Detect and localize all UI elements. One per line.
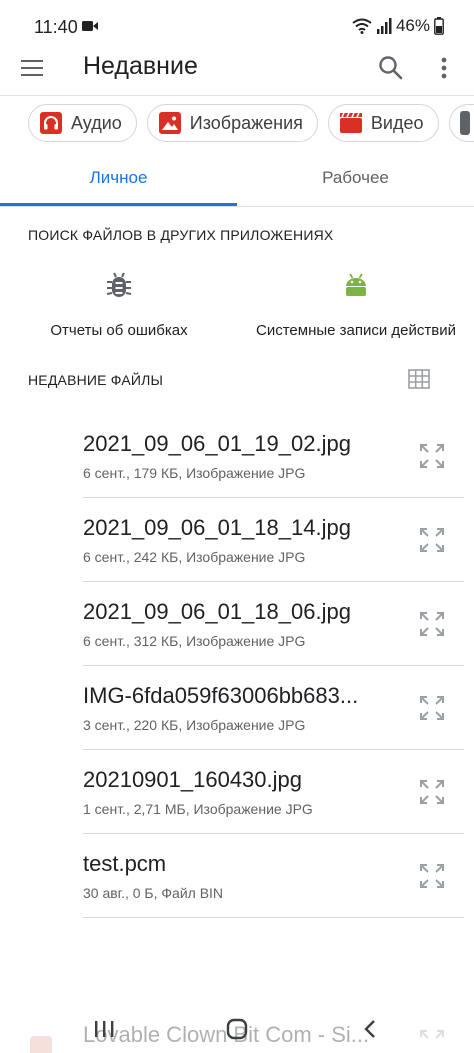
recent-files-title: НЕДАВНИЕ ФАЙЛЫ (28, 372, 164, 388)
file-name: 2021_09_06_01_18_14.jpg (83, 515, 351, 540)
file-name: 20210901_160430.jpg (83, 767, 303, 792)
file-row[interactable]: 2021_09_06_01_18_14.jpg 6 сент., 242 КБ,… (0, 498, 474, 582)
file-row[interactable]: 20210901_160430.jpg 1 сент., 2,71 МБ, Из… (0, 750, 474, 834)
bug-icon (106, 272, 132, 297)
file-row[interactable]: 2021_09_06_01_18_06.jpg 6 сент., 312 КБ,… (0, 582, 474, 666)
image-icon (158, 112, 181, 134)
file-meta: 6 сент., 179 КБ, Изображение JPG (83, 465, 306, 481)
expand-icon[interactable] (418, 526, 446, 554)
chip-video-label: Видео (370, 112, 424, 133)
file-row[interactable]: IMG-6fda059f63006bb683... 3 сент., 220 К… (0, 666, 474, 750)
file-meta: 30 авг., 0 Б, Файл BIN (83, 885, 224, 901)
app-bar-divider (0, 95, 474, 96)
document-icon (459, 111, 470, 135)
file-name: test.pcm (83, 851, 167, 876)
app-bar: Недавние (0, 40, 474, 96)
file-row[interactable]: 2021_09_06_01_19_02.jpg 6 сент., 179 КБ,… (0, 414, 474, 498)
category-chips: Аудио Изображения Видео (28, 104, 474, 142)
tabs: Личное Рабочее (0, 150, 474, 206)
status-time: 11:40 (34, 17, 78, 37)
expand-icon[interactable] (418, 442, 446, 470)
chip-images-label: Изображения (189, 112, 303, 133)
battery-percent: 46% (395, 16, 430, 35)
file-meta: 1 сент., 2,71 МБ, Изображение JPG (83, 801, 313, 817)
system-nav-bar (0, 1010, 474, 1053)
file-meta: 6 сент., 312 КБ, Изображение JPG (83, 633, 306, 649)
tab-personal[interactable]: Личное (0, 150, 237, 206)
file-name: 2021_09_06_01_18_06.jpg (83, 599, 351, 624)
expand-icon[interactable] (418, 694, 446, 722)
chip-audio-label: Аудио (71, 112, 122, 133)
chip-audio[interactable]: Аудио (28, 104, 137, 142)
file-name: 2021_09_06_01_19_02.jpg (83, 431, 351, 456)
apps-section-title: ПОИСК ФАЙЛОВ В ДРУГИХ ПРИЛОЖЕНИЯХ (28, 227, 334, 243)
expand-icon[interactable] (418, 610, 446, 638)
file-list: 2021_09_06_01_19_02.jpg 6 сент., 179 КБ,… (0, 414, 474, 918)
battery-icon (434, 17, 444, 35)
app-system-logs[interactable]: Системные записи действий (251, 270, 461, 339)
signal-icon (376, 18, 392, 34)
menu-icon[interactable] (20, 56, 46, 80)
recent-apps-icon[interactable] (91, 1018, 117, 1040)
expand-icon[interactable] (418, 862, 446, 890)
more-vert-icon[interactable] (432, 54, 456, 82)
expand-icon[interactable] (418, 778, 446, 806)
file-row[interactable]: test.pcm 30 авг., 0 Б, Файл BIN (0, 834, 474, 918)
wifi-icon (352, 18, 372, 34)
chip-images[interactable]: Изображения (146, 104, 318, 142)
row-divider (83, 917, 464, 918)
file-meta: 6 сент., 242 КБ, Изображение JPG (83, 549, 306, 565)
file-meta: 3 сент., 220 КБ, Изображение JPG (83, 717, 306, 733)
video-clapper-icon (339, 112, 362, 133)
app-bug-reports[interactable]: Отчеты об ошибках (48, 270, 190, 339)
status-indicators: 46% (352, 16, 444, 36)
chip-more-partial[interactable] (448, 104, 474, 142)
android-icon (346, 273, 366, 296)
tab-work[interactable]: Рабочее (237, 150, 474, 206)
grid-view-icon[interactable] (408, 369, 430, 389)
tabs-divider (0, 206, 474, 207)
app-system-logs-label: Системные записи действий (256, 322, 456, 339)
video-record-icon (82, 21, 98, 31)
home-icon[interactable] (224, 1018, 250, 1040)
back-icon[interactable] (358, 1018, 384, 1040)
search-icon[interactable] (377, 54, 405, 82)
app-bug-reports-label: Отчеты об ошибках (50, 322, 188, 339)
file-name: IMG-6fda059f63006bb683... (83, 683, 359, 708)
page-title: Недавние (83, 52, 198, 80)
headphones-icon (40, 112, 62, 134)
chip-video[interactable]: Видео (327, 104, 439, 142)
